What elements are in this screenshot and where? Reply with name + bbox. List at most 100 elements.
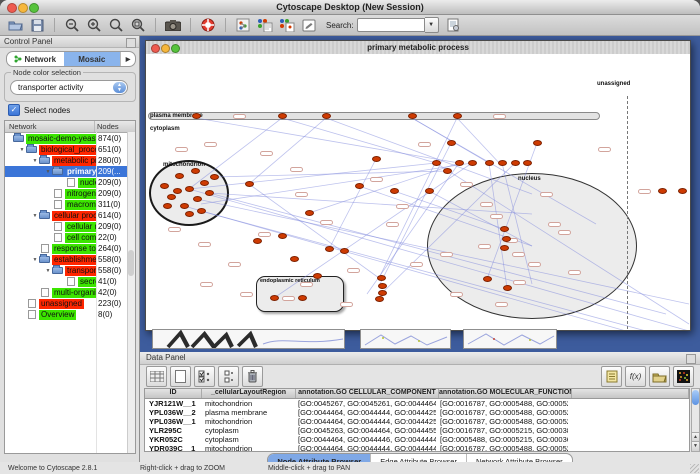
network-node[interactable] <box>245 181 254 187</box>
expand-arrow-icon[interactable]: ▼ <box>44 169 52 175</box>
open-file-icon[interactable] <box>6 17 24 34</box>
network-node[interactable] <box>377 275 386 281</box>
network-node[interactable] <box>322 113 331 119</box>
network-node[interactable] <box>197 208 206 214</box>
network-overview-icon[interactable] <box>234 17 252 34</box>
table-scrollbar-thumb[interactable] <box>692 390 699 405</box>
table-row[interactable]: YPL036W__1mitochondrion[GO:0044464, GO:0… <box>145 417 689 426</box>
network-node[interactable] <box>502 236 511 242</box>
search-input[interactable] <box>357 18 425 32</box>
background-window-fragment[interactable] <box>360 329 451 349</box>
network-node[interactable] <box>163 203 172 209</box>
function-builder-icon[interactable]: f(x) <box>625 366 646 387</box>
tree-column-nodes[interactable]: Nodes <box>94 121 135 132</box>
tree-row[interactable]: multi-organism pro42(0) <box>5 287 135 298</box>
tree-row[interactable]: ▼cellular process614(0) <box>5 210 135 221</box>
tree-row[interactable]: secretion41(0) <box>5 276 135 287</box>
column-id[interactable]: ID <box>145 389 202 398</box>
network-node[interactable] <box>290 256 299 262</box>
expand-arrow-icon[interactable]: ▼ <box>44 268 52 274</box>
network-node[interactable] <box>378 283 387 289</box>
background-window-fragment[interactable] <box>152 329 345 349</box>
network-node[interactable] <box>325 246 334 252</box>
zoom-out-icon[interactable] <box>63 17 81 34</box>
zoom-in-icon[interactable] <box>85 17 103 34</box>
network-node[interactable] <box>205 190 214 196</box>
tree-row[interactable]: ▼metabolic process280(0) <box>5 155 135 166</box>
table-row[interactable]: YJR121W__1mitochondrion[GO:0045267, GO:0… <box>145 399 689 408</box>
table-row[interactable]: YLR295Ccytoplasm[GO:0045263, GO:0044464,… <box>145 426 689 435</box>
network-window-titlebar[interactable]: primary metabolic process <box>146 41 690 55</box>
network-node[interactable] <box>210 174 219 180</box>
table-row[interactable]: YDR039C__1mitochondrion[GO:0044464, GO:0… <box>145 444 689 452</box>
new-attribute-icon[interactable] <box>170 366 191 387</box>
resize-grip[interactable] <box>690 464 699 473</box>
network-node[interactable] <box>185 211 194 217</box>
tree-row[interactable]: ▼establishment of lo558(0) <box>5 254 135 265</box>
vizmapper-icon[interactable] <box>256 17 274 34</box>
tree-row[interactable]: ▼biological_process651(0) <box>5 144 135 155</box>
tab-network[interactable]: Network <box>7 52 64 66</box>
column-go-cellular-component[interactable]: annotation.GO CELLULAR_COMPONENT <box>296 389 439 398</box>
network-node[interactable] <box>192 113 201 119</box>
network-node[interactable] <box>200 180 209 186</box>
network-node[interactable] <box>278 113 287 119</box>
network-node[interactable] <box>355 183 364 189</box>
table-row[interactable]: YKR052Ccytoplasm[GO:0044464, GO:0044446,… <box>145 435 689 444</box>
tab-mosaic[interactable]: Mosaic <box>64 52 121 66</box>
network-node[interactable] <box>175 173 184 179</box>
scroll-down-icon[interactable]: ▼ <box>692 441 699 451</box>
network-node[interactable] <box>453 113 462 119</box>
node-color-dropdown[interactable]: transporter activity ▲▼ <box>10 80 128 95</box>
select-nodes-checkbox[interactable]: ✓ <box>8 104 20 116</box>
network-node[interactable] <box>278 233 287 239</box>
tree-row[interactable]: nucleobase-209(0) <box>5 177 135 188</box>
network-node[interactable] <box>375 296 384 302</box>
network-node[interactable] <box>432 160 441 166</box>
network-node[interactable] <box>340 248 349 254</box>
network-node[interactable] <box>253 238 262 244</box>
tree-row[interactable]: cellular metabo209(0) <box>5 221 135 232</box>
attribute-matrix-icon[interactable] <box>673 366 694 387</box>
data-panel-float-icon[interactable] <box>686 354 696 364</box>
network-node[interactable] <box>498 160 507 166</box>
expand-arrow-icon[interactable]: ▼ <box>18 147 26 153</box>
import-attributes-folder-icon[interactable] <box>649 366 670 387</box>
tabs-overflow-arrow[interactable]: ▶ <box>120 52 135 66</box>
tree-row[interactable]: ▼primary metabo209(... <box>5 166 135 177</box>
show-all-columns-icon[interactable] <box>146 366 167 387</box>
column-go-molecular-function[interactable]: annotation.GO MOLECULAR_FUNCTION <box>439 389 572 398</box>
network-canvas[interactable]: plasma membrane cytoplasm mitochondrion … <box>146 54 690 330</box>
network-node[interactable] <box>500 245 509 251</box>
network-node[interactable] <box>185 186 194 192</box>
network-node[interactable] <box>270 295 279 301</box>
snapshot-camera-icon[interactable] <box>164 17 182 34</box>
network-node[interactable] <box>523 160 532 166</box>
tree-row[interactable]: cell communicat22(0) <box>5 232 135 243</box>
network-node[interactable] <box>305 210 314 216</box>
network-node[interactable] <box>313 273 322 279</box>
tree-row[interactable]: response to stimulu264(0) <box>5 243 135 254</box>
tree-row[interactable]: nitrogen compo209(0) <box>5 188 135 199</box>
network-node[interactable] <box>485 160 494 166</box>
network-node[interactable] <box>447 140 456 146</box>
save-icon[interactable] <box>28 17 46 34</box>
network-node[interactable] <box>678 188 687 194</box>
network-node[interactable] <box>658 188 667 194</box>
network-node[interactable] <box>180 203 189 209</box>
annotation-icon[interactable] <box>300 17 318 34</box>
expand-arrow-icon[interactable]: ▼ <box>31 213 39 219</box>
network-node[interactable] <box>503 285 512 291</box>
unselect-attributes-icon[interactable] <box>218 366 239 387</box>
import-network-icon[interactable] <box>445 17 463 34</box>
attribute-list-icon[interactable] <box>601 366 622 387</box>
network-node[interactable] <box>483 276 492 282</box>
zoom-fit-icon[interactable] <box>107 17 125 34</box>
zoom-selected-icon[interactable] <box>129 17 147 34</box>
tree-row[interactable]: ▼transport558(0) <box>5 265 135 276</box>
network-node[interactable] <box>533 140 542 146</box>
background-window-fragment[interactable] <box>463 329 557 349</box>
tree-column-network[interactable]: Network <box>5 121 94 132</box>
network-node[interactable] <box>160 183 169 189</box>
select-attributes-icon[interactable] <box>194 366 215 387</box>
